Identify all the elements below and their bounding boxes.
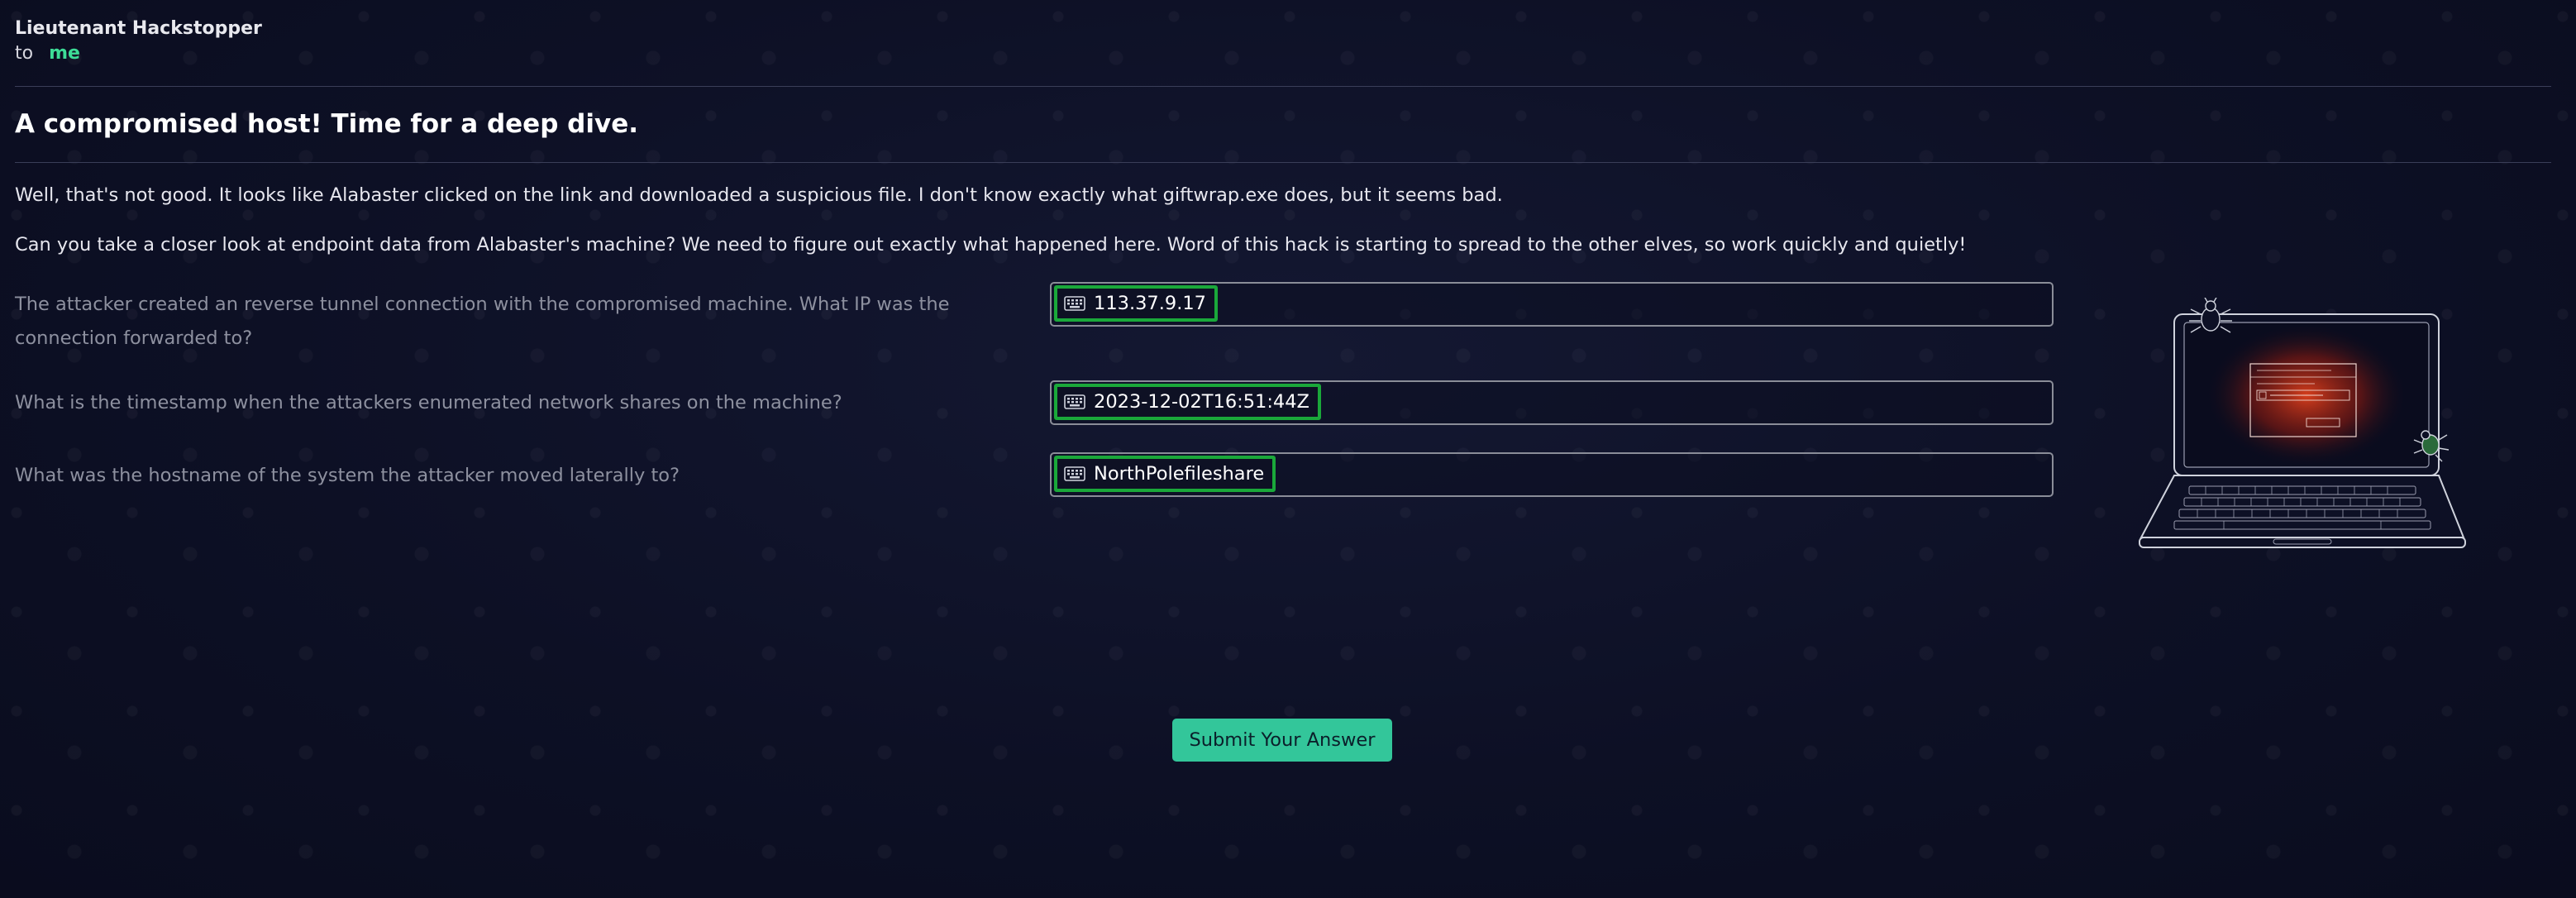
recipient-line: to me [15,43,80,64]
email-subject: A compromised host! Time for a deep dive… [15,109,639,139]
laptop-illustration [2139,298,2466,548]
keyboard-icon [1064,394,1085,409]
answer-value: 113.37.9.17 [1094,293,1206,314]
answer-value: 2023-12-02T16:51:44Z [1094,391,1309,413]
answer-chip[interactable]: 2023-12-02T16:51:44Z [1054,384,1321,420]
answer-chip[interactable]: NorthPolefileshare [1054,456,1276,492]
answer-input[interactable]: 113.37.9.17 [1050,282,2054,327]
divider [15,162,2551,163]
question-label: What was the hostname of the system the … [15,465,680,486]
question-label: The attacker created an reverse tunnel c… [15,294,950,349]
keyboard-icon [1064,296,1085,311]
answer-input[interactable]: 2023-12-02T16:51:44Z [1050,380,2054,425]
sender-name: Lieutenant Hackstopper [15,18,262,39]
keyboard-icon [1064,466,1085,481]
question-label: What is the timestamp when the attackers… [15,392,842,413]
answer-chip[interactable]: 113.37.9.17 [1054,285,1218,322]
to-label: to [15,43,34,64]
divider [15,86,2551,87]
email-paragraph: Well, that's not good. It looks like Ala… [15,184,1503,206]
email-paragraph: Can you take a closer look at endpoint d… [15,234,1967,256]
answer-input[interactable]: NorthPolefileshare [1050,452,2054,497]
submit-answer-button[interactable]: Submit Your Answer [1172,719,1392,762]
answer-value: NorthPolefileshare [1094,463,1265,485]
recipient-name[interactable]: me [49,43,80,64]
